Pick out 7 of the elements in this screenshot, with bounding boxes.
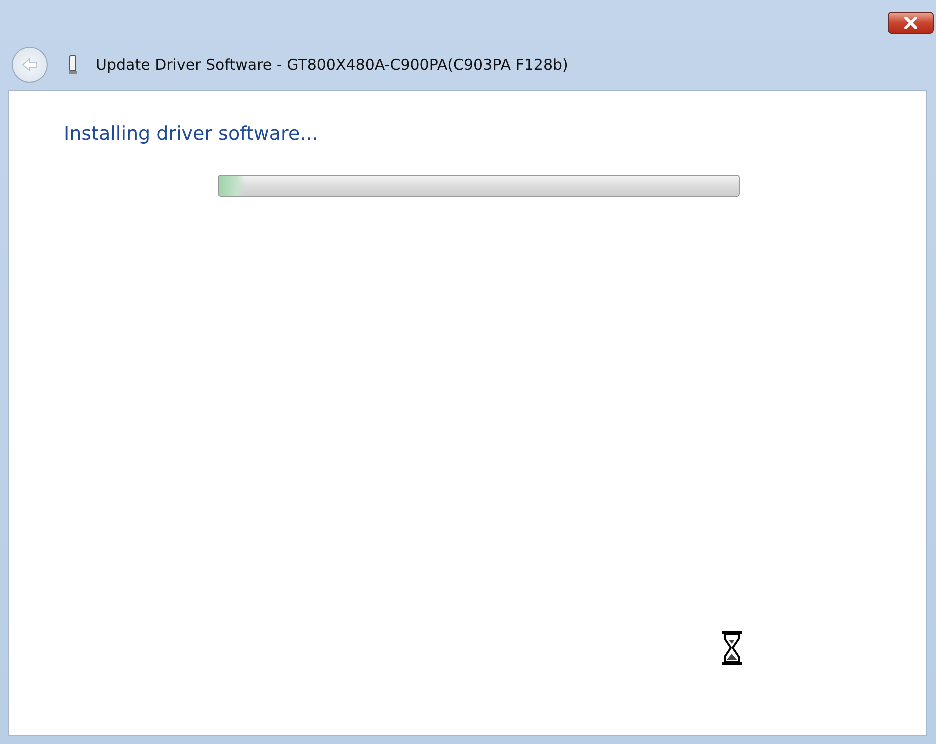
close-button[interactable] xyxy=(888,12,934,34)
device-icon xyxy=(68,55,78,75)
window-title: Update Driver Software - GT800X480A-C900PA(C903PA F128b) xyxy=(96,56,568,74)
back-arrow-icon xyxy=(20,57,40,73)
hourglass-icon xyxy=(721,630,743,666)
heading: Installing driver software... xyxy=(64,123,320,145)
close-icon xyxy=(904,17,918,29)
